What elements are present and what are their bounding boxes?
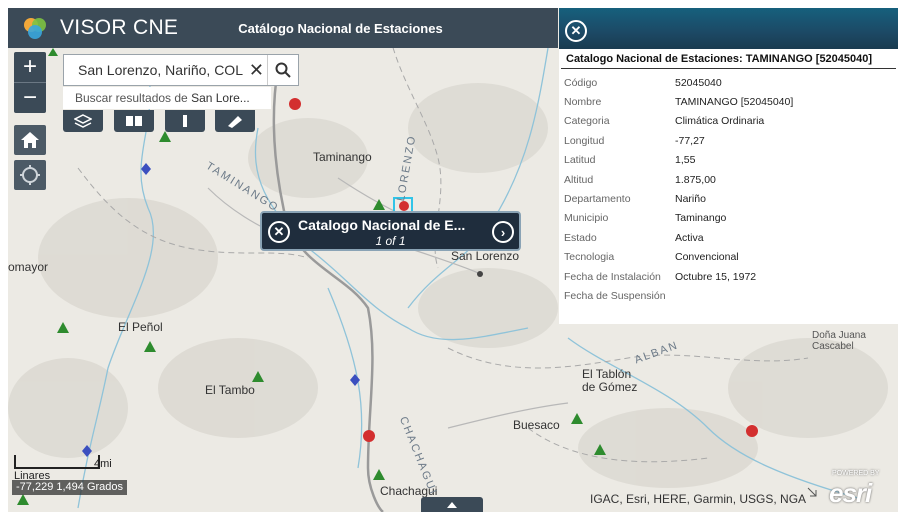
attribute-key: Código bbox=[564, 76, 598, 89]
search-box: ✕ bbox=[63, 54, 299, 86]
search-button[interactable] bbox=[266, 55, 298, 85]
next-icon: › bbox=[500, 224, 506, 240]
attribute-key: Estado bbox=[564, 231, 597, 244]
attribute-row: Longitud -77,27 bbox=[564, 131, 793, 150]
popup-title: Catalogo Nacional de E... bbox=[298, 217, 466, 233]
popup-next-button[interactable]: › bbox=[492, 221, 514, 243]
layers-icon bbox=[74, 114, 92, 128]
map-label-taminango: Taminango bbox=[313, 150, 372, 164]
scale-right-label: 4mi bbox=[94, 458, 112, 470]
map-label-el-tambo: El Tambo bbox=[205, 383, 255, 397]
map-label-san-lorenzo: San Lorenzo bbox=[451, 249, 520, 263]
search-input[interactable] bbox=[76, 61, 246, 79]
attribute-row: Altitud 1.875,00 bbox=[564, 170, 793, 189]
panel-close-button[interactable]: ✕ bbox=[565, 20, 587, 42]
attribute-table: Código 52045040 Nombre TAMINANGO [52045040]… bbox=[564, 73, 793, 306]
scale-bar bbox=[14, 455, 100, 469]
measure-button[interactable] bbox=[215, 110, 255, 132]
attribute-value: -77,27 bbox=[675, 134, 705, 147]
attribute-key: Tecnologia bbox=[564, 251, 615, 264]
map-label-el-penol: El Peñol bbox=[118, 320, 163, 334]
measure-icon bbox=[228, 116, 242, 128]
panel-title: Catalogo Nacional de Estaciones: TAMINAN… bbox=[561, 49, 896, 69]
app-header: VISOR CNE Catálogo Nacional de Estacione… bbox=[8, 8, 558, 48]
esri-logo: esri bbox=[829, 478, 872, 508]
layers-button[interactable] bbox=[63, 110, 103, 132]
coordinate-readout: -77,229 1,494 Grados bbox=[12, 480, 128, 495]
map-label-buesaco: Buesaco bbox=[513, 418, 560, 432]
attribute-key: Municipio bbox=[564, 212, 609, 225]
attribute-key: Altitud bbox=[564, 173, 594, 186]
attribute-key: Latitud bbox=[564, 154, 596, 167]
map-label-dona-juana: Doña Juana Cascabel bbox=[812, 330, 866, 352]
attribute-key: Fecha de Suspensión bbox=[564, 289, 666, 302]
attribute-value: Climática Ordinaria bbox=[675, 115, 765, 128]
basemap-icon bbox=[126, 116, 142, 126]
app-logo-icon bbox=[22, 15, 48, 41]
clear-search-button[interactable]: ✕ bbox=[246, 60, 267, 81]
attribute-value bbox=[675, 286, 793, 305]
attribute-key: Fecha de Instalación bbox=[564, 270, 661, 283]
map-attribution: IGAC, Esri, HERE, Garmin, USGS, NGA bbox=[590, 492, 807, 506]
search-icon bbox=[275, 62, 291, 78]
attribute-value: Activa bbox=[675, 231, 704, 244]
locate-icon bbox=[20, 165, 40, 185]
locate-button[interactable] bbox=[14, 160, 46, 190]
close-icon: ✕ bbox=[248, 59, 264, 80]
attribute-value: 1.875,00 bbox=[675, 173, 716, 186]
attribute-row: Fecha de Instalación Octubre 15, 1972 bbox=[564, 267, 793, 286]
attribute-panel: ✕ Catalogo Nacional de Estaciones: TAMIN… bbox=[559, 8, 898, 324]
legend-button[interactable] bbox=[165, 110, 205, 132]
legend-icon bbox=[183, 115, 187, 127]
search-suggestion[interactable]: Buscar resultados de San Lore... bbox=[63, 87, 271, 109]
attribute-row: Estado Activa bbox=[564, 228, 793, 247]
popup-counter: 1 of 1 bbox=[375, 234, 406, 248]
attribute-row: Municipio Taminango bbox=[564, 209, 793, 228]
attribute-value: Convencional bbox=[675, 251, 739, 264]
suggestion-term: San Lore... bbox=[191, 91, 250, 105]
map-popup[interactable]: ✕ Catalogo Nacional de E... 1 of 1 › bbox=[260, 211, 521, 251]
attribute-value: 1,55 bbox=[675, 154, 696, 167]
app-subtitle: Catálogo Nacional de Estaciones bbox=[238, 20, 443, 36]
attribute-value: Nariño bbox=[675, 193, 706, 206]
attribute-value: 52045040 bbox=[675, 76, 722, 89]
attribute-row: Fecha de Suspensión bbox=[564, 286, 793, 305]
suggestion-prefix: Buscar resultados de bbox=[75, 91, 192, 105]
attribute-row: Nombre TAMINANGO [52045040] bbox=[564, 92, 793, 111]
attribute-row: Categoria Climática Ordinaria bbox=[564, 112, 793, 131]
attribution-toggle-button[interactable] bbox=[421, 497, 483, 512]
attribute-key: Departamento bbox=[564, 193, 631, 206]
basemap-button[interactable] bbox=[114, 110, 154, 132]
zoom-control: + − bbox=[14, 52, 46, 113]
attribute-key: Categoria bbox=[564, 115, 610, 128]
attribute-key: Nombre bbox=[564, 96, 602, 109]
esri-powered-by: POWERED BY bbox=[832, 470, 880, 477]
attribute-row: Código 52045040 bbox=[564, 73, 793, 92]
attribute-value: TAMINANGO [52045040] bbox=[675, 96, 794, 109]
attribute-row: Latitud 1,55 bbox=[564, 151, 793, 170]
attribute-key: Longitud bbox=[564, 134, 605, 147]
chevron-up-icon bbox=[447, 502, 457, 508]
zoom-in-button[interactable]: + bbox=[14, 52, 46, 82]
app-title: VISOR CNE bbox=[60, 16, 179, 39]
panel-header: ✕ bbox=[559, 8, 898, 49]
map-label-omayor: omayor bbox=[8, 260, 49, 274]
home-icon bbox=[21, 132, 39, 148]
attribute-row: Tecnologia Convencional bbox=[564, 248, 793, 267]
attribute-value: Taminango bbox=[675, 212, 727, 225]
close-icon: ✕ bbox=[570, 23, 582, 38]
zoom-out-button[interactable]: − bbox=[14, 83, 46, 113]
attribute-value: Octubre 15, 1972 bbox=[675, 270, 757, 283]
map-label-el-tablon: El Tablón de Gómez bbox=[582, 367, 638, 394]
attribute-row: Departamento Nariño bbox=[564, 189, 793, 208]
home-button[interactable] bbox=[14, 125, 46, 155]
